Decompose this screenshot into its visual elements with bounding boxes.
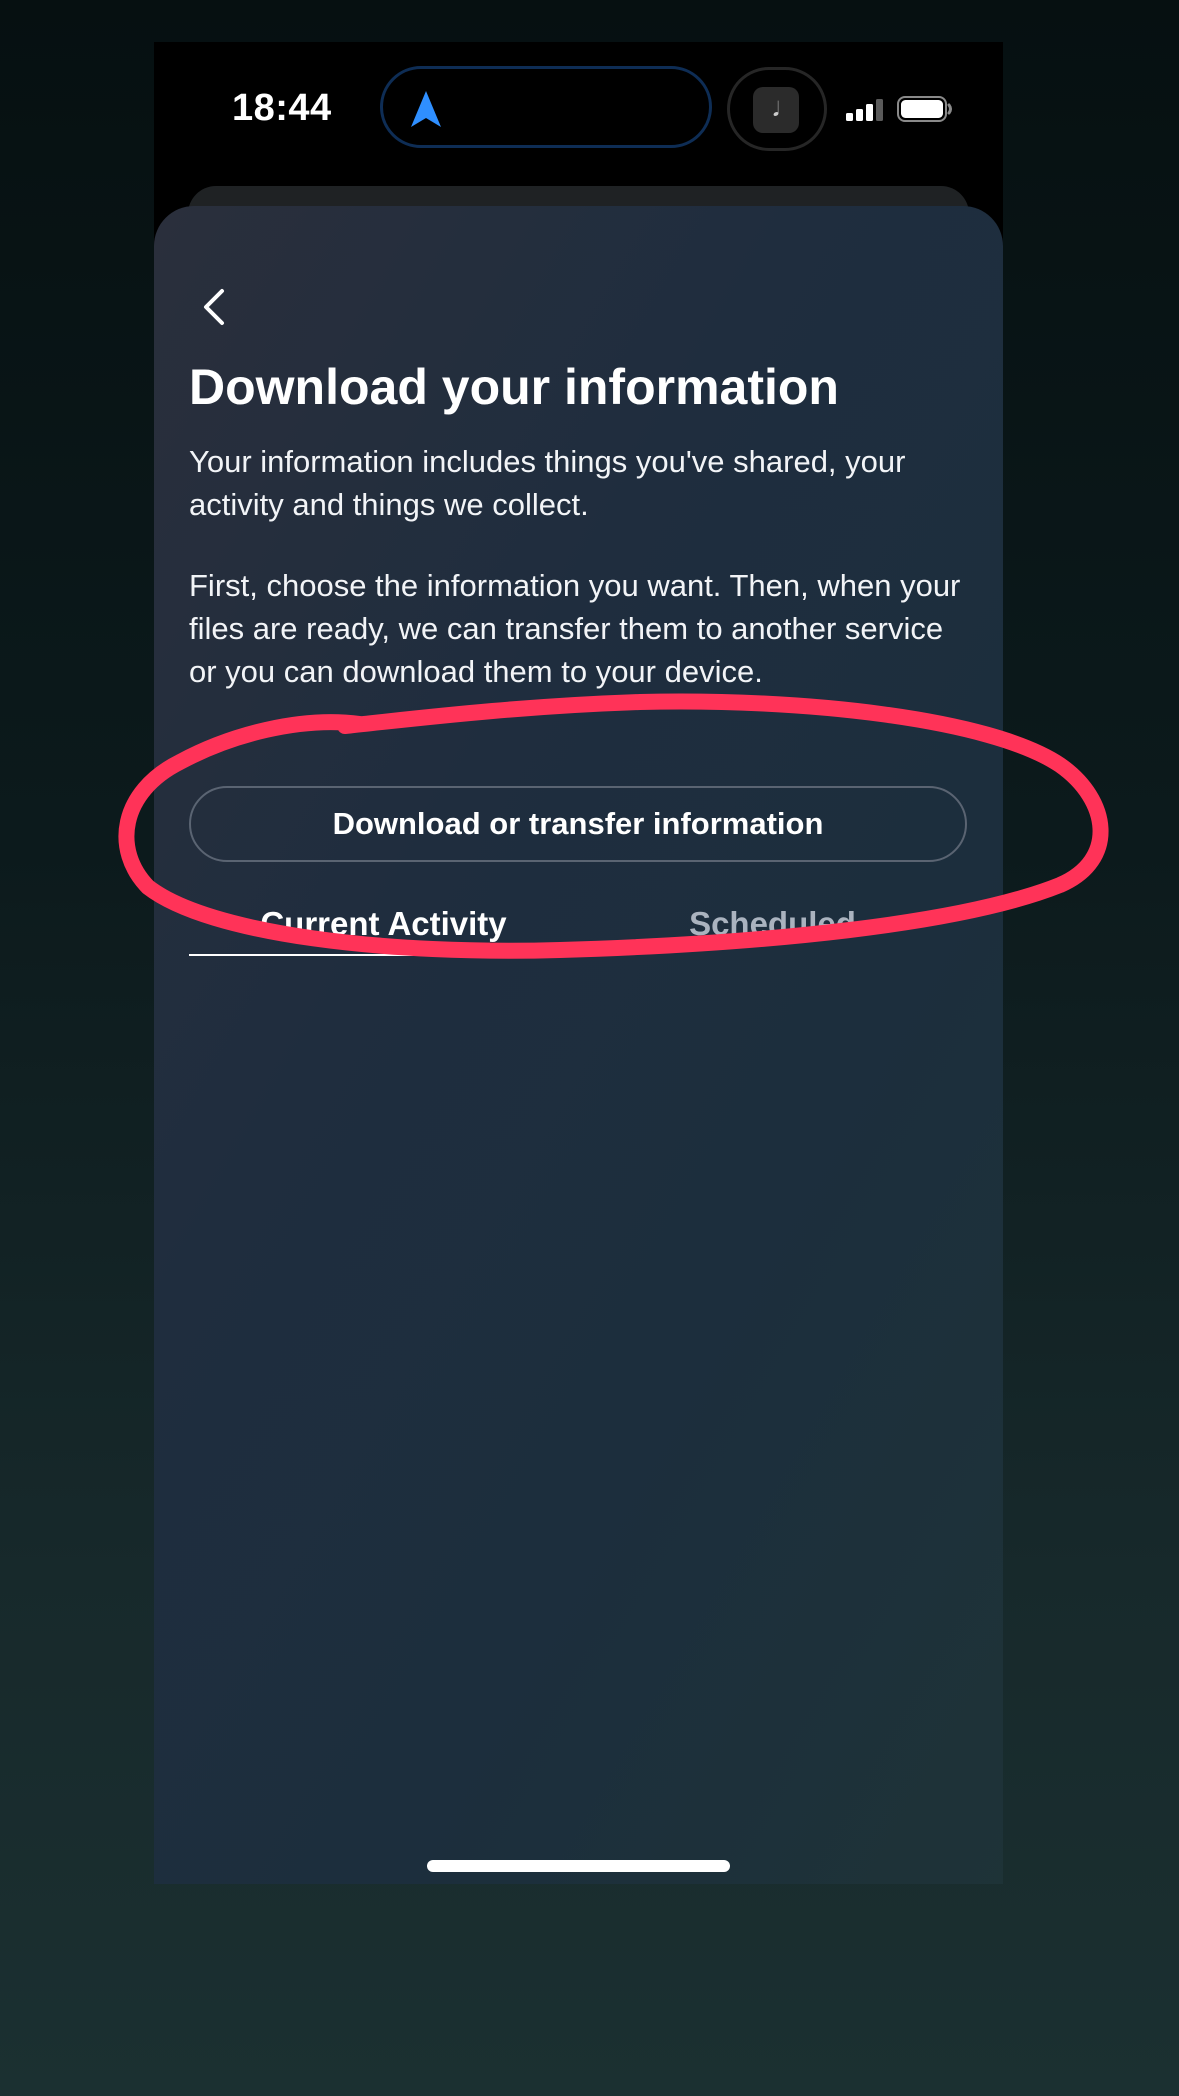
home-indicator[interactable] bbox=[427, 1860, 730, 1872]
live-activity-pill[interactable]: 𝅘𝅥 bbox=[727, 67, 827, 151]
info-description: Your information includes things you've … bbox=[189, 444, 906, 522]
phone-screen: 18:44 𝅘𝅥 Download your information Your … bbox=[154, 42, 1003, 1884]
tab-scheduled[interactable]: Scheduled bbox=[578, 896, 967, 954]
back-button[interactable] bbox=[188, 280, 242, 334]
page-title: Download your information bbox=[189, 359, 839, 415]
download-or-transfer-button[interactable]: Download or transfer information bbox=[189, 786, 967, 862]
chevron-left-icon bbox=[204, 289, 224, 325]
music-note-icon: 𝅘𝅥 bbox=[753, 87, 799, 133]
download-info-sheet: Download your information Your informati… bbox=[154, 206, 1003, 1884]
dynamic-island[interactable] bbox=[380, 66, 712, 148]
navigation-arrow-icon bbox=[411, 91, 441, 127]
cellular-signal-icon bbox=[846, 99, 883, 121]
tab-current-activity[interactable]: Current Activity bbox=[189, 896, 578, 956]
instructions-text: First, choose the information you want. … bbox=[189, 568, 961, 689]
status-time: 18:44 bbox=[232, 87, 332, 129]
battery-icon bbox=[897, 96, 952, 122]
